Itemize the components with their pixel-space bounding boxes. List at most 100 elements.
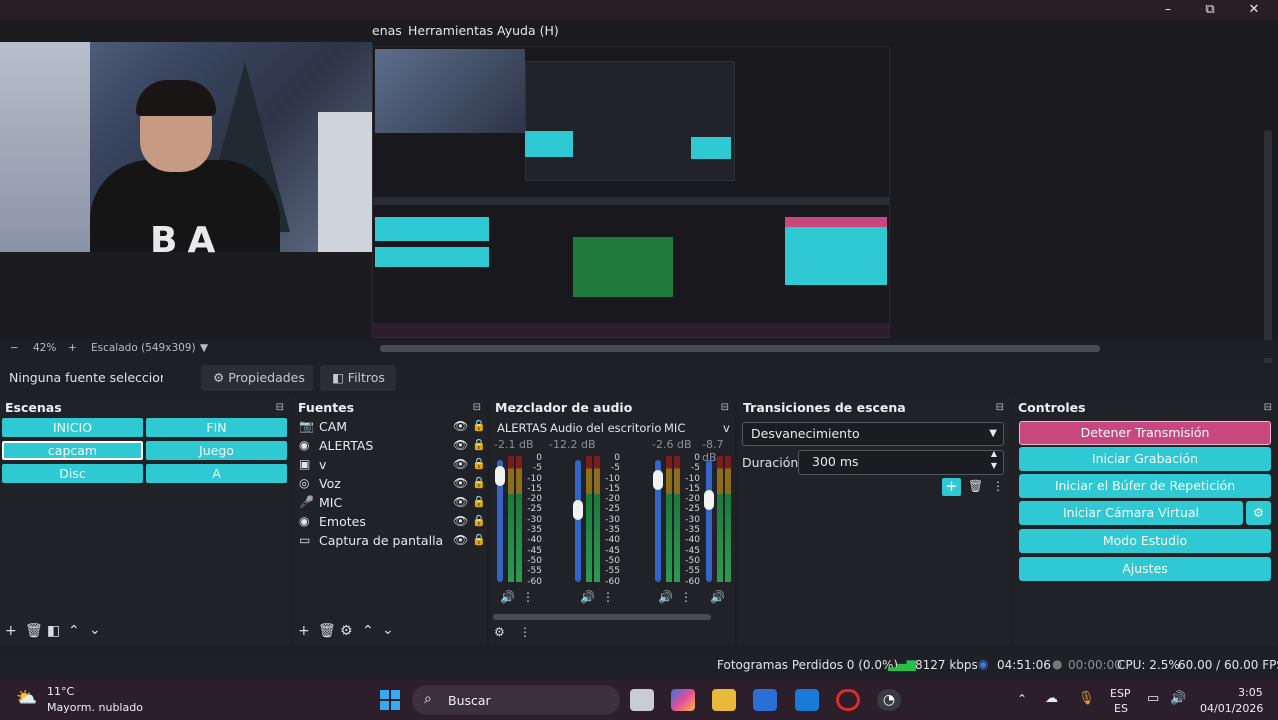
start-replay-buffer-button[interactable]: Iniciar el Búfer de Repetición [1019, 474, 1271, 498]
eye-icon[interactable]: 👁 [453, 495, 468, 509]
task-view-icon[interactable] [630, 689, 654, 711]
trash-icon[interactable]: 🗑 [968, 479, 983, 493]
eye-icon[interactable]: 👁 [453, 533, 468, 547]
source-item[interactable]: ▣ v 👁 🔒 [299, 457, 486, 475]
dock-menu-icon[interactable]: ⊟ [996, 402, 1004, 413]
eye-icon[interactable]: 👁 [453, 457, 468, 471]
source-item[interactable]: 🎤 MIC 👁 🔒 [299, 495, 486, 513]
mixer-scrollbar[interactable] [493, 614, 711, 620]
onedrive-icon[interactable]: ☁ [1045, 691, 1058, 706]
menu-help[interactable]: Ayuda (H) [497, 23, 559, 38]
move-down-icon[interactable]: ⌄ [89, 622, 101, 638]
properties-button[interactable]: ⚙ Propiedades [201, 365, 313, 391]
start-button[interactable] [378, 689, 402, 711]
kebab-menu-icon[interactable]: ⋮ [522, 590, 534, 604]
studio-mode-button[interactable]: Modo Estudio [1019, 529, 1271, 553]
kebab-menu-icon[interactable]: ⋮ [602, 590, 614, 604]
add-icon[interactable]: + [298, 623, 310, 639]
filter-icon[interactable]: ◧ [47, 623, 60, 639]
lock-icon[interactable]: 🔒 [472, 438, 486, 451]
language-top[interactable]: ESP [1110, 687, 1131, 700]
store-icon[interactable] [753, 689, 777, 711]
weather-desc[interactable]: Mayorm. nublado [47, 701, 143, 714]
scene-button-selected[interactable]: capcam [2, 441, 143, 460]
outlook-icon[interactable] [795, 689, 819, 711]
transition-select[interactable]: Desvanecimiento ▼ [742, 422, 1004, 446]
lock-icon[interactable]: 🔒 [472, 495, 486, 508]
add-transition-button[interactable]: + [942, 478, 961, 496]
move-up-icon[interactable]: ⌃ [68, 623, 80, 639]
source-item[interactable]: 📷 CAM 👁 🔒 [299, 419, 486, 437]
minimize-button[interactable]: – [1148, 1, 1188, 19]
trash-icon[interactable]: 🗑 [318, 623, 336, 639]
stop-stream-button[interactable]: Detener Transmisión [1019, 421, 1271, 445]
preview-vertical-scrollbar[interactable] [1264, 130, 1272, 370]
language-bottom[interactable]: ES [1114, 702, 1128, 715]
speaker-icon[interactable]: 🔊 [710, 590, 725, 604]
settings-icon[interactable]: ⚙ [494, 625, 505, 639]
volume-slider[interactable] [575, 460, 581, 582]
opera-icon[interactable] [836, 689, 860, 711]
start-recording-button[interactable]: Iniciar Grabación [1019, 447, 1271, 471]
speaker-icon[interactable]: 🔊 [580, 590, 595, 604]
scene-button[interactable]: A [146, 464, 287, 483]
scene-button[interactable]: INICIO [2, 418, 143, 437]
zoom-in-icon[interactable]: + [68, 342, 77, 354]
scene-button[interactable]: Disc [2, 464, 143, 483]
source-item[interactable]: ◎ Voz 👁 🔒 [299, 476, 486, 494]
move-up-icon[interactable]: ⌃ [362, 623, 374, 639]
virtual-camera-settings-button[interactable]: ⚙ [1246, 501, 1271, 525]
move-down-icon[interactable]: ⌄ [382, 622, 394, 638]
eye-icon[interactable]: 👁 [453, 438, 468, 452]
volume-knob[interactable] [704, 490, 714, 510]
add-icon[interactable]: + [5, 623, 17, 639]
eye-icon[interactable]: 👁 [453, 514, 468, 528]
lock-icon[interactable]: 🔒 [472, 457, 486, 470]
volume-knob[interactable] [495, 466, 505, 486]
network-icon[interactable]: ▭ [1147, 691, 1159, 706]
menu-scenes[interactable]: enas [372, 23, 402, 38]
menu-tools[interactable]: Herramientas [408, 23, 493, 38]
eye-icon[interactable]: 👁 [453, 419, 468, 433]
preview-horizontal-scrollbar[interactable] [380, 345, 1100, 352]
kebab-menu-icon[interactable]: ⋮ [680, 590, 692, 604]
source-item[interactable]: ▭ Captura de pantalla 👁 🔒 [299, 533, 486, 551]
zoom-out-icon[interactable]: − [10, 342, 19, 354]
source-item[interactable]: ◉ Emotes 👁 🔒 [299, 514, 486, 532]
kebab-menu-icon[interactable]: ⋮ [992, 479, 1004, 493]
lock-icon[interactable]: 🔒 [472, 476, 486, 489]
volume-icon[interactable]: 🔊 [1170, 691, 1186, 706]
scene-button[interactable]: Juego [146, 441, 287, 460]
dock-menu-icon[interactable]: ⊟ [276, 402, 284, 413]
file-explorer-icon[interactable] [712, 689, 736, 711]
trash-icon[interactable]: 🗑 [25, 623, 43, 639]
scene-button[interactable]: FIN [146, 418, 287, 437]
show-hidden-icons-icon[interactable]: ⌃ [1017, 692, 1027, 706]
lock-icon[interactable]: 🔒 [472, 533, 486, 546]
weather-temp[interactable]: 11°C [47, 685, 74, 698]
start-virtual-camera-button[interactable]: Iniciar Cámara Virtual [1019, 501, 1243, 525]
spin-arrows-icon[interactable]: ▲ ▼ [991, 448, 997, 472]
volume-knob[interactable] [653, 470, 663, 490]
dock-menu-icon[interactable]: ⊟ [721, 402, 729, 413]
maximize-button[interactable]: ⧉ [1190, 1, 1230, 19]
taskbar-search[interactable]: ⌕ Buscar [412, 685, 620, 715]
dock-menu-icon[interactable]: ⊟ [1264, 402, 1272, 413]
dock-menu-icon[interactable]: ⊟ [473, 402, 481, 413]
kebab-menu-icon[interactable]: ⋮ [519, 625, 531, 639]
gear-icon[interactable]: ⚙ [340, 623, 353, 639]
copilot-icon[interactable] [671, 689, 695, 711]
speaker-icon[interactable]: 🔊 [658, 590, 673, 604]
filters-button[interactable]: ◧ Filtros [320, 365, 396, 391]
duration-spinbox[interactable]: 300 ms ▲ ▼ [798, 448, 1004, 475]
lock-icon[interactable]: 🔒 [472, 514, 486, 527]
close-button[interactable]: ✕ [1234, 1, 1274, 19]
volume-slider[interactable] [706, 460, 712, 582]
obs-icon[interactable]: ◔ [877, 689, 901, 711]
eye-icon[interactable]: 👁 [453, 476, 468, 490]
clock-date[interactable]: 04/01/2026 [1200, 702, 1263, 715]
preview-canvas[interactable]: BA [0, 42, 1278, 370]
source-item[interactable]: ◉ ALERTAS 👁 🔒 [299, 438, 486, 456]
scaling-dropdown-icon[interactable]: ▼ [200, 342, 208, 354]
clock-time[interactable]: 3:05 [1238, 686, 1263, 699]
